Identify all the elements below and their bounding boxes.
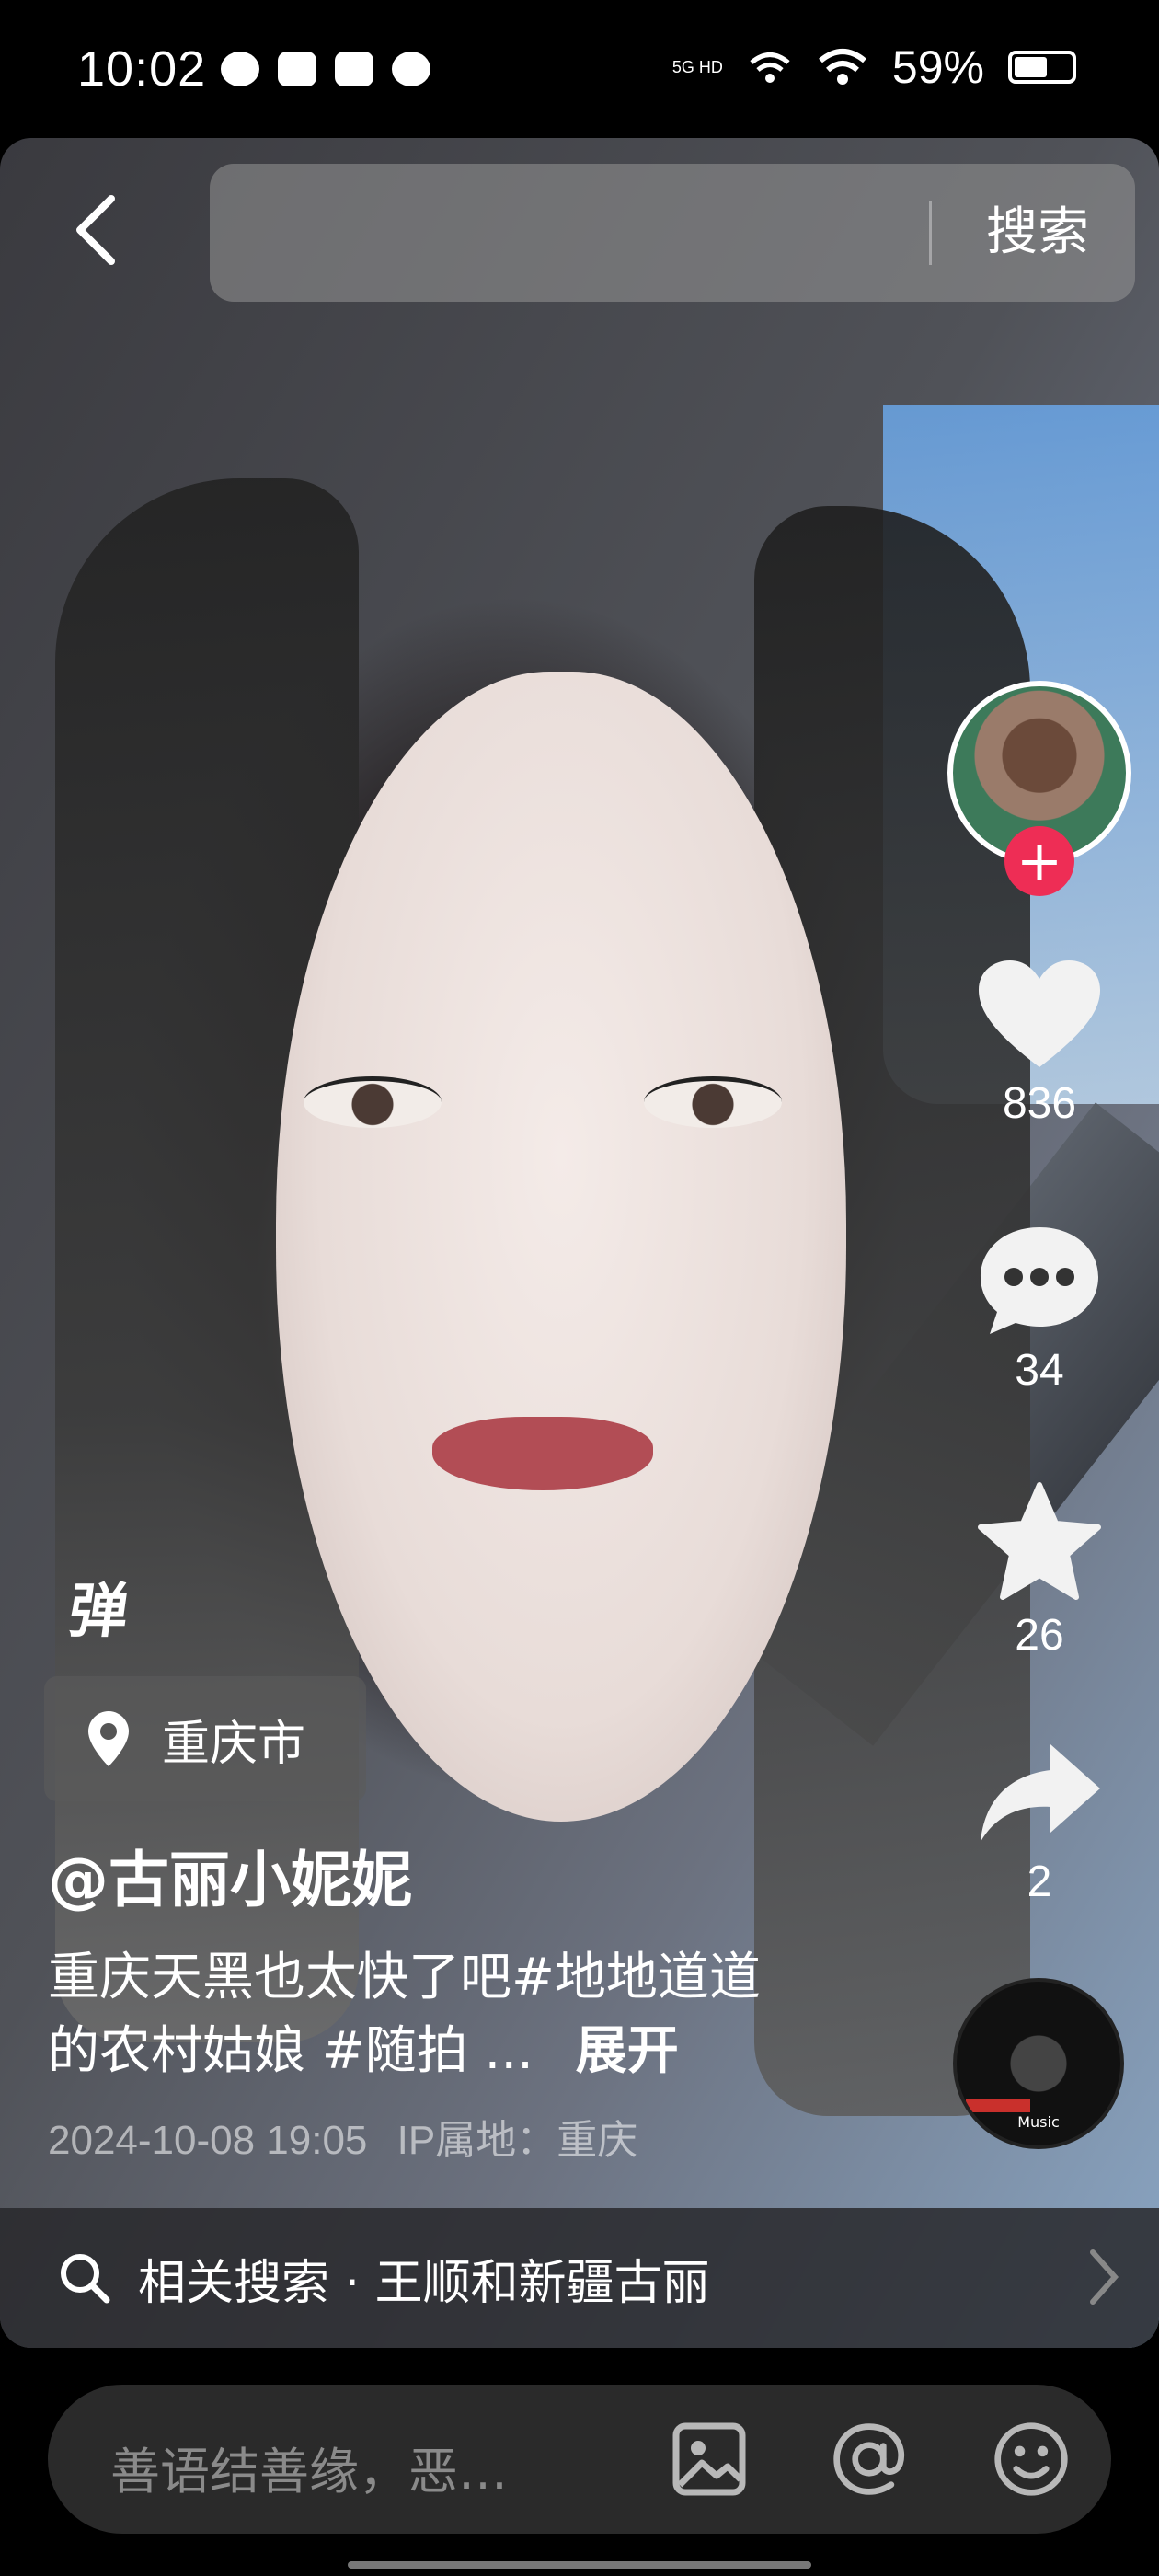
comment-icon [981, 1227, 1098, 1334]
chevron-right-icon [1090, 2249, 1119, 2305]
back-button[interactable] [59, 184, 132, 276]
follow-button[interactable]: + [1004, 826, 1074, 896]
image-icon [672, 2422, 746, 2496]
battery-percent: 59% [891, 41, 984, 93]
comment-count: 34 [1015, 1346, 1064, 1395]
at-icon [833, 2423, 905, 2495]
message-icon [278, 52, 316, 86]
ip-location: IP属地：重庆 [396, 2118, 638, 2163]
music-disc[interactable]: Music [953, 1978, 1124, 2149]
related-search-bar[interactable]: 相关搜索 · 王顺和新疆古丽 [0, 2208, 1159, 2348]
heart-icon [979, 960, 1100, 1067]
chevron-left-icon [76, 195, 115, 265]
share-arrow-icon [981, 1744, 1100, 1842]
video-meta: 2024-10-08 19:05 IP属地：重庆 [48, 2107, 637, 2166]
battery-icon [1008, 51, 1076, 84]
comment-button[interactable]: 34 [947, 1224, 1131, 1396]
music-disc-label: Music [1017, 2113, 1060, 2131]
location-tag[interactable]: 重庆市 [44, 1676, 366, 1801]
status-right: 5G HD 59% [672, 40, 1076, 94]
emoji-icon [994, 2422, 1068, 2496]
image-picker-button[interactable] [670, 2420, 749, 2499]
expand-button[interactable]: 展开 [576, 2021, 679, 2081]
video-subject-eye-right [644, 1076, 782, 1128]
location-pin-icon [88, 1711, 129, 1766]
related-search-label: 相关搜索 · 王顺和新疆古丽 [138, 2255, 710, 2311]
notification-icons [221, 52, 430, 86]
share-button[interactable]: 2 [947, 1739, 1131, 1907]
mention-button[interactable] [830, 2420, 909, 2499]
video-subject-eye-left [304, 1076, 442, 1128]
danmu-toggle[interactable]: 弹 [64, 1564, 135, 1649]
share-count: 2 [1027, 1857, 1052, 1906]
favorite-button[interactable]: 26 [947, 1481, 1131, 1661]
favorite-count: 26 [1015, 1611, 1064, 1660]
star-icon [978, 1482, 1101, 1600]
status-bar: 10:02 5G HD 59% [0, 0, 1159, 138]
post-datetime: 2024-10-08 19:05 [48, 2118, 368, 2163]
search-bar[interactable]: 搜索 [210, 164, 1135, 302]
music-disc-band [966, 2099, 1030, 2112]
chat-bubble-icon [392, 52, 430, 86]
status-time: 10:02 [77, 41, 207, 97]
network-label: 5G HD [671, 58, 723, 76]
video-subject-lips [432, 1417, 653, 1490]
like-count: 836 [1002, 1079, 1077, 1128]
video-subject-face [276, 672, 846, 1822]
hand-icon [335, 52, 373, 86]
emoji-button[interactable] [992, 2420, 1071, 2499]
wechat-icon [221, 52, 259, 86]
location-label: 重庆市 [162, 1716, 306, 1772]
plus-icon: + [1016, 829, 1063, 893]
like-button[interactable]: 836 [947, 957, 1131, 1129]
comment-input[interactable]: 善语结善缘，恶… [110, 2431, 508, 2503]
search-button[interactable]: 搜索 [986, 201, 1089, 265]
signal-icon [750, 52, 790, 83]
video-description: 重庆天黑也太快了吧#地地道道的农村姑娘 #随拍 ... 展开 [48, 1941, 802, 2088]
wifi-icon [819, 49, 866, 85]
search-divider [929, 201, 932, 265]
search-icon [61, 2254, 110, 2304]
home-indicator[interactable] [348, 2561, 811, 2569]
comment-bar[interactable]: 善语结善缘，恶… [48, 2385, 1111, 2534]
author-name[interactable]: @古丽小妮妮 [48, 1831, 412, 1919]
